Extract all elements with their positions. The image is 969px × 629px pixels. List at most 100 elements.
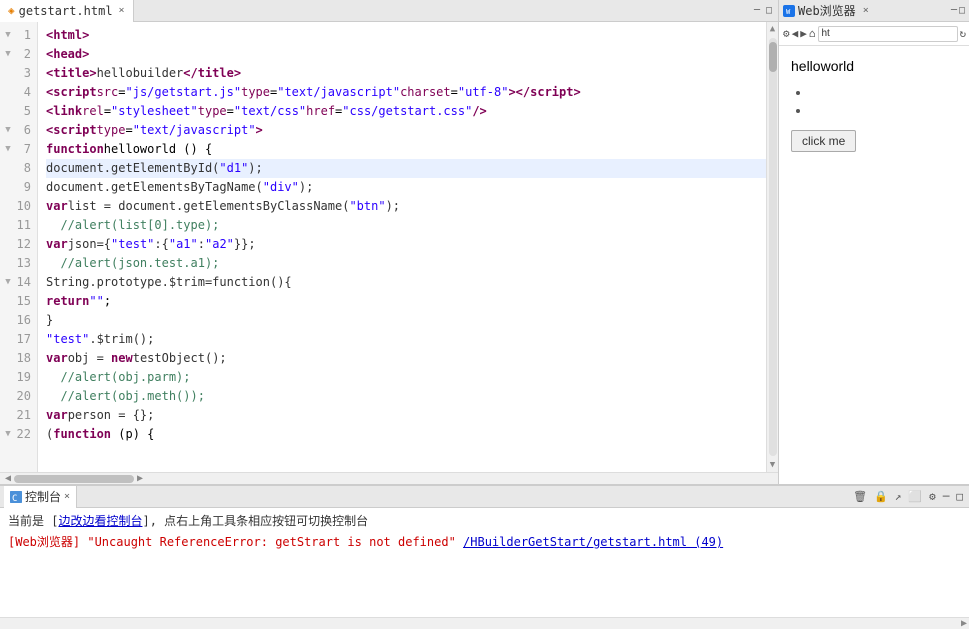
minimize-icon[interactable]: ─: [752, 5, 762, 16]
browser-tab-close[interactable]: ×: [863, 5, 869, 16]
fold-icon-2[interactable]: ▼: [3, 45, 13, 64]
fold-icon-7[interactable]: ▼: [3, 140, 13, 159]
fold-icon-14[interactable]: ▼: [3, 273, 13, 292]
console-tab-label: 控制台: [25, 488, 61, 505]
editor-tab-controls: ─ □: [752, 5, 778, 16]
console-icon: C: [10, 491, 22, 503]
code-line-13[interactable]: // alert(json.test.a1);: [46, 254, 766, 273]
browser-content: helloworld click me: [779, 46, 969, 484]
console-hint-link[interactable]: 边改边看控制台: [58, 514, 142, 528]
line-number-5: 5: [0, 102, 37, 121]
line-number-14: ▼14: [0, 273, 37, 292]
code-line-6[interactable]: <script type="text/javascript">: [46, 121, 766, 140]
scroll-right-icon[interactable]: ▶: [134, 473, 146, 484]
browser-settings-icon[interactable]: ⚙: [783, 25, 790, 43]
editor-tab-close[interactable]: ×: [119, 5, 125, 16]
console-error-file[interactable]: /HBuilderGetStart/getstart.html (49): [463, 535, 723, 549]
line-number-9: 9: [0, 178, 37, 197]
code-line-18[interactable]: var obj = new testObject();: [46, 349, 766, 368]
code-line-7[interactable]: function helloworld () {: [46, 140, 766, 159]
browser-home-icon[interactable]: ⌂: [809, 25, 816, 43]
bullet-item-1: [811, 84, 957, 102]
console-lock-icon[interactable]: 🔒: [872, 490, 890, 503]
code-line-9[interactable]: document.getElementsByTagName("div");: [46, 178, 766, 197]
code-line-11[interactable]: // alert(list[0].type);: [46, 216, 766, 235]
line-number-16: 16: [0, 311, 37, 330]
code-line-20[interactable]: // alert(obj.meth());: [46, 387, 766, 406]
line-number-13: 13: [0, 254, 37, 273]
console-content: 当前是 [边改边看控制台], 点右上角工具条相应按钮可切换控制台 [Web浏览器…: [0, 508, 969, 617]
editor-content: ▼1▼2345▼6▼78910111213▼1415161718192021▼2…: [0, 22, 766, 472]
scroll-down-icon[interactable]: ▼: [770, 458, 775, 472]
browser-back-icon[interactable]: ◀: [792, 25, 799, 43]
scroll-left-icon[interactable]: ◀: [2, 473, 14, 484]
console-scroll-right[interactable]: ▶: [961, 618, 967, 629]
browser-minimize-icon[interactable]: ─: [951, 5, 957, 16]
console-area: C 控制台 × 🗑 🔒 ↗ ⬜ ⚙ ─ □ 当前是 [边改边看控制台], 点右上…: [0, 484, 969, 629]
line-number-15: 15: [0, 292, 37, 311]
line-number-7: ▼7: [0, 140, 37, 159]
code-line-17[interactable]: "test".$trim();: [46, 330, 766, 349]
browser-url-bar[interactable]: [818, 26, 958, 42]
console-tab-close[interactable]: ×: [64, 491, 70, 502]
code-line-5[interactable]: <link rel="stylesheet" type="text/css" h…: [46, 102, 766, 121]
console-tab[interactable]: C 控制台 ×: [4, 486, 77, 508]
console-tab-bar: C 控制台 × 🗑 🔒 ↗ ⬜ ⚙ ─ □: [0, 486, 969, 508]
line-number-18: 18: [0, 349, 37, 368]
code-line-12[interactable]: var json={"test":{"a1":"a2"}};: [46, 235, 766, 254]
fold-icon-22[interactable]: ▼: [3, 425, 13, 444]
browser-forward-icon[interactable]: ▶: [800, 25, 807, 43]
code-line-15[interactable]: return "";: [46, 292, 766, 311]
code-line-22[interactable]: (function (p) {: [46, 425, 766, 444]
console-export-icon[interactable]: ↗: [893, 490, 904, 503]
code-line-16[interactable]: }: [46, 311, 766, 330]
browser-tab[interactable]: W Web浏览器 ×: [783, 2, 869, 19]
fold-icon-1[interactable]: ▼: [3, 26, 13, 45]
line-number-20: 20: [0, 387, 37, 406]
line-number-22: ▼22: [0, 425, 37, 444]
browser-refresh-icon[interactable]: ↻: [960, 25, 967, 43]
scroll-up-icon[interactable]: ▲: [770, 22, 775, 36]
line-number-10: 10: [0, 197, 37, 216]
browser-heading: helloworld: [791, 58, 957, 74]
console-maximize-icon[interactable]: □: [954, 490, 965, 503]
svg-text:C: C: [12, 494, 17, 503]
console-split-icon[interactable]: ⬜: [906, 490, 924, 503]
console-error-line: [Web浏览器] "Uncaught ReferenceError: getSt…: [8, 533, 961, 550]
browser-icon: W: [783, 5, 795, 17]
line-numbers: ▼1▼2345▼6▼78910111213▼1415161718192021▼2…: [0, 22, 38, 472]
code-line-4[interactable]: <script src="js/getstart.js" type="text/…: [46, 83, 766, 102]
vscroll-thumb[interactable]: [769, 42, 777, 72]
code-line-8[interactable]: document.getElementById("d1");: [46, 159, 766, 178]
editor-tab-label: getstart.html: [19, 4, 113, 18]
console-error-text: [Web浏览器] "Uncaught ReferenceError: getSt…: [8, 535, 463, 549]
browser-panel: W Web浏览器 × ─ □ ⚙ ◀ ▶ ⌂ ↻ helloworld: [779, 0, 969, 484]
browser-toolbar: ⚙ ◀ ▶ ⌂ ↻: [779, 22, 969, 46]
code-area[interactable]: <html> <head> <title>hellobuilder</title…: [38, 22, 766, 472]
line-number-1: ▼1: [0, 26, 37, 45]
fold-icon-6[interactable]: ▼: [3, 121, 13, 140]
console-hint: 当前是 [边改边看控制台], 点右上角工具条相应按钮可切换控制台: [8, 512, 961, 529]
browser-maximize-icon[interactable]: □: [959, 5, 965, 16]
line-number-19: 19: [0, 368, 37, 387]
line-number-6: ▼6: [0, 121, 37, 140]
console-minimize-icon[interactable]: ─: [941, 490, 952, 503]
maximize-icon[interactable]: □: [764, 5, 774, 16]
editor-vscroll[interactable]: ▲ ▼: [766, 22, 778, 472]
line-number-8: 8: [0, 159, 37, 178]
code-line-21[interactable]: var person = {};: [46, 406, 766, 425]
code-line-1[interactable]: <html>: [46, 26, 766, 45]
code-line-14[interactable]: String.prototype.$trim=function(){: [46, 273, 766, 292]
code-line-2[interactable]: <head>: [46, 45, 766, 64]
editor-tab[interactable]: ◈ getstart.html ×: [0, 0, 134, 22]
editor-hscroll: ◀ ▶: [0, 472, 778, 484]
code-line-3[interactable]: <title>hellobuilder</title>: [46, 64, 766, 83]
browser-tab-bar: W Web浏览器 × ─ □: [779, 0, 969, 22]
console-clear-icon[interactable]: 🗑: [851, 490, 869, 503]
hscroll-thumb[interactable]: [14, 475, 134, 483]
click-me-button[interactable]: click me: [791, 130, 856, 152]
code-line-19[interactable]: // alert(obj.parm);: [46, 368, 766, 387]
code-line-10[interactable]: var list = document.getElementsByClassNa…: [46, 197, 766, 216]
console-settings-icon[interactable]: ⚙: [927, 490, 938, 503]
line-number-4: 4: [0, 83, 37, 102]
